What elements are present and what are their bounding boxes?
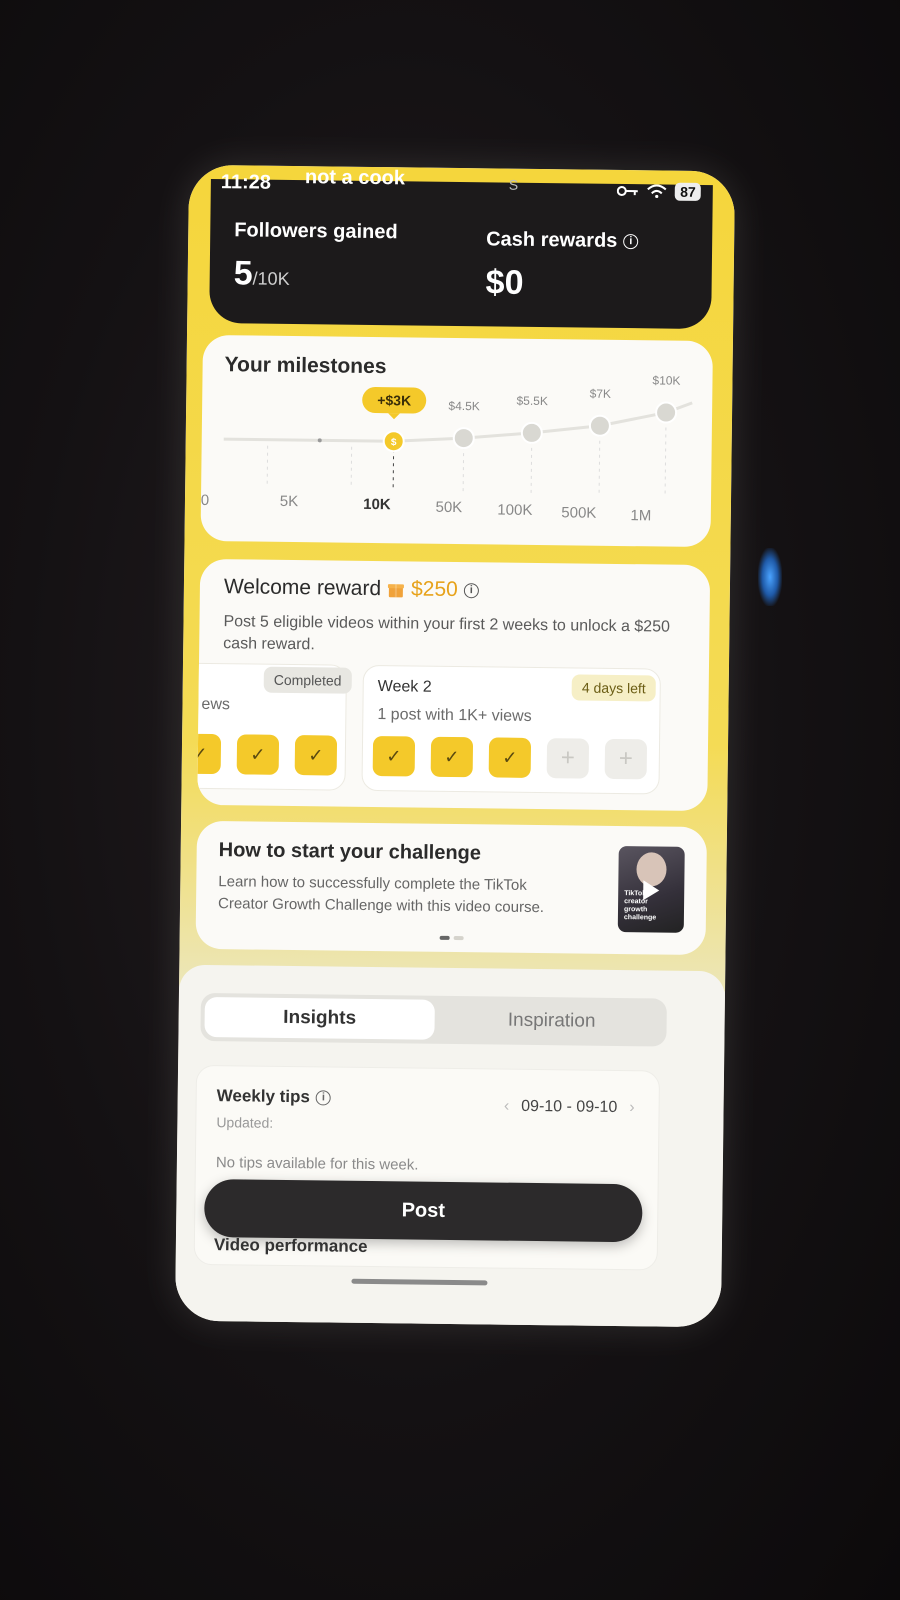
key-icon (617, 186, 639, 197)
week1-card[interactable]: Completed ews ✓ ✓ ✓ (197, 662, 352, 791)
week1-subtitle: ews (201, 695, 231, 714)
week1-slot-done: ✓ (197, 733, 222, 775)
check-icon: ✓ (197, 743, 208, 764)
carousel-dots (439, 935, 464, 941)
axis-label: 50K (435, 499, 462, 516)
reward-label: $10K (652, 373, 680, 387)
phone-screen: Followers gained 5/10K Cash rewards i $0… (174, 164, 736, 1328)
blue-light-reflection (758, 548, 782, 606)
followers-count: 5 (233, 254, 253, 293)
check-icon: ✓ (444, 746, 460, 768)
date-range: 09-10 - 09-10 (521, 1097, 618, 1117)
reward-label: $5.5K (516, 394, 548, 408)
reward-label: $4.5K (448, 399, 480, 413)
challenge-description: Learn how to successfully complete the T… (217, 873, 545, 917)
followers-label: Followers gained (234, 219, 398, 244)
carousel-dot-active[interactable] (439, 935, 450, 940)
check-icon: ✓ (386, 746, 402, 767)
status-bar: 11:28 not a cook S 87 (189, 165, 735, 212)
check-icon: ✓ (308, 745, 324, 766)
carousel-dot[interactable] (453, 935, 464, 941)
followers-value: 5/10K (234, 254, 398, 295)
week2-card[interactable]: Week 2 4 days left 1 post with 1K+ views… (361, 664, 661, 795)
milestones-track: $ +$3K $4.5K $5.5K $7K $10K 0 5K 10K 50K… (201, 373, 693, 524)
tips-updated: Updated: (216, 1114, 274, 1131)
days-left-badge: 4 days left (571, 674, 656, 702)
axis-label: 500K (561, 504, 596, 521)
welcome-reward-amount: $250 (410, 577, 458, 602)
axis-label: 10K (363, 496, 391, 513)
cash-label: Cash rewards (486, 228, 618, 252)
tips-empty-message: No tips available for this week. (215, 1154, 419, 1174)
photo-background: Followers gained 5/10K Cash rewards i $0… (0, 0, 900, 1600)
axis-label: 0 (201, 492, 210, 509)
video-thumbnail[interactable]: TikTok creator growth challenge (617, 846, 685, 933)
date-range-selector: ‹ 09-10 - 09-10 › (504, 1098, 635, 1118)
status-notch-label: not a cook (304, 166, 406, 190)
axis-label: 100K (497, 502, 532, 519)
current-reward-label: +$3K (377, 392, 411, 408)
weekly-tips-title: Weekly tips (216, 1086, 311, 1107)
chevron-right-icon[interactable]: › (629, 1099, 635, 1117)
tick-100k (530, 440, 533, 495)
dollar-icon: $ (391, 437, 397, 448)
wifi-icon (647, 184, 667, 199)
week2-slot-empty[interactable]: + (604, 738, 648, 780)
thumbnail-caption: TikTok creator growth challenge (623, 890, 657, 922)
milestone-node[interactable] (655, 401, 678, 424)
weekly-tips-header: Weekly tips i (216, 1086, 332, 1107)
tab-insights[interactable]: Insights (204, 996, 435, 1040)
info-icon[interactable]: i (623, 234, 639, 250)
week1-slot-done: ✓ (236, 734, 280, 775)
week1-slot-done: ✓ (294, 735, 338, 776)
current-reward-pointer (388, 413, 401, 420)
plus-icon: + (618, 745, 634, 773)
tick-10k (392, 449, 395, 492)
status-time: 11:28 (220, 171, 272, 194)
week2-slot-empty[interactable]: + (546, 738, 590, 779)
welcome-reward-card: Welcome reward $250 i Post 5 eligible vi… (197, 558, 711, 812)
followers-stat: Followers gained 5/10K (234, 219, 398, 295)
week2-slot-done: ✓ (488, 737, 532, 778)
milestones-card: Your milestones $ +$3K $4.5K $5.5K $7K $… (200, 334, 713, 548)
followers-target: /10K (252, 268, 290, 289)
week2-slot-done: ✓ (372, 735, 416, 777)
check-icon: ✓ (502, 747, 518, 768)
video-performance-heading: Video performance (213, 1235, 368, 1256)
battery-indicator: 87 (675, 182, 701, 201)
gift-icon (388, 584, 405, 598)
cash-stat: Cash rewards i $0 (485, 228, 639, 304)
bottom-panel: Insights Inspiration Weekly tips i Updat… (174, 964, 726, 1328)
welcome-reward-description: Post 5 eligible videos within your first… (223, 613, 671, 654)
tick-50k (462, 446, 465, 495)
reward-label: $7K (590, 387, 612, 401)
tick-1m (664, 420, 667, 497)
tab-inspiration[interactable]: Inspiration (440, 1000, 662, 1043)
status-s-mark: S (508, 176, 519, 193)
post-button[interactable]: Post (203, 1178, 643, 1243)
chevron-left-icon[interactable]: ‹ (504, 1098, 510, 1116)
week2-subtitle: 1 post with 1K+ views (377, 706, 532, 725)
tick-500k (598, 433, 601, 496)
cash-value: $0 (485, 263, 524, 302)
milestone-node[interactable] (588, 414, 611, 437)
milestone-node[interactable] (452, 427, 475, 450)
challenge-card[interactable]: How to start your challenge Learn how to… (195, 820, 708, 956)
info-icon[interactable]: i (315, 1089, 332, 1106)
plus-icon: + (560, 744, 576, 772)
axis-label: 1M (630, 507, 651, 524)
challenge-title: How to start your challenge (218, 839, 482, 865)
welcome-reward-title: Welcome reward (223, 575, 382, 601)
welcome-reward-header: Welcome reward $250 i (224, 575, 479, 602)
axis-label: 5K (280, 493, 299, 510)
info-icon[interactable]: i (463, 582, 479, 598)
completed-badge: Completed (263, 666, 352, 694)
tab-bar: Insights Inspiration (200, 992, 667, 1047)
week2-slot-done: ✓ (430, 736, 474, 778)
status-icons: 87 (617, 182, 701, 201)
cash-label-row[interactable]: Cash rewards i (486, 228, 639, 253)
check-icon: ✓ (250, 744, 266, 765)
milestone-node[interactable] (520, 421, 543, 444)
week2-title: Week 2 (377, 678, 432, 696)
